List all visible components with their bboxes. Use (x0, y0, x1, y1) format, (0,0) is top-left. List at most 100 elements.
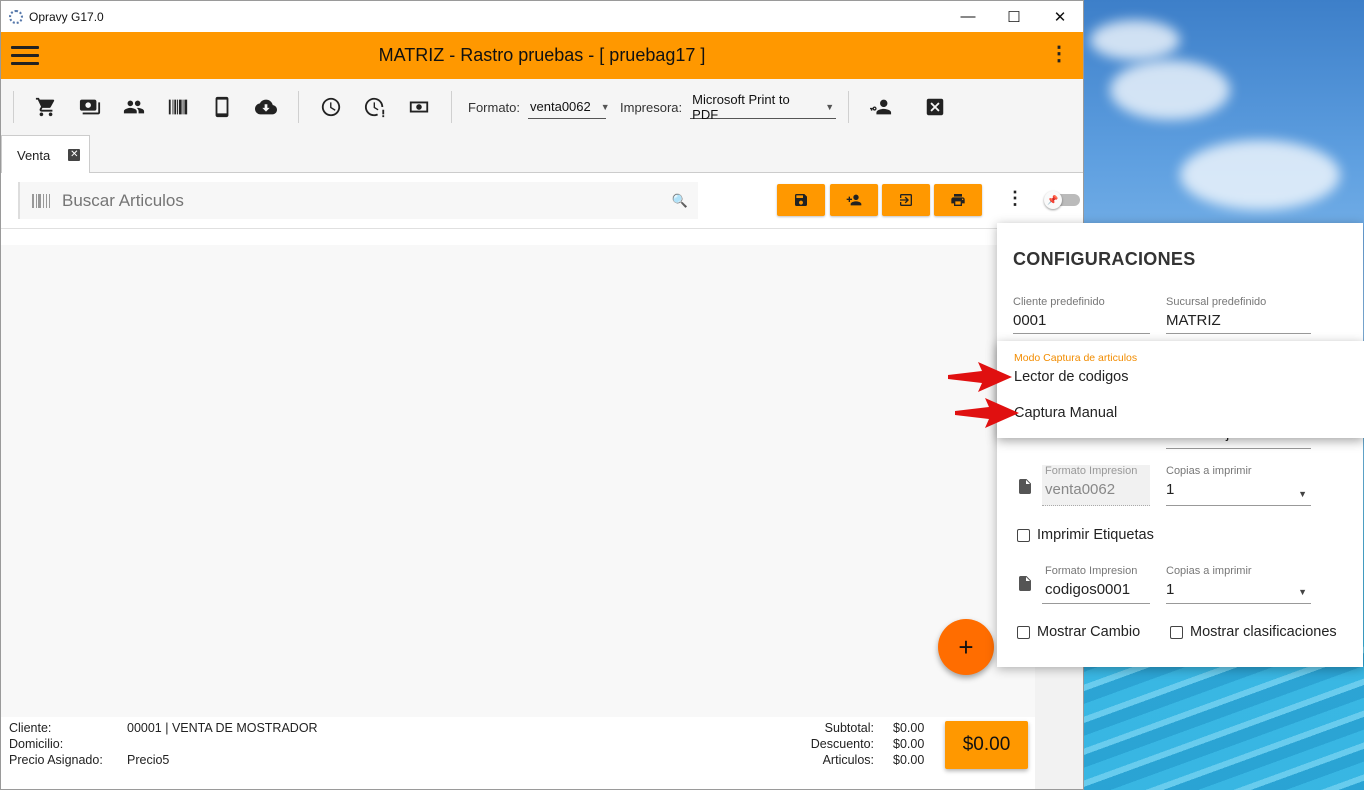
descuento-label: Descuento: (810, 737, 874, 751)
tab-venta[interactable]: Venta ✕ (1, 135, 90, 174)
person-add-icon (846, 194, 862, 206)
items-list-area (1, 245, 1035, 717)
close-box-icon[interactable] (913, 87, 957, 127)
checkbox-label: Mostrar clasificaciones (1190, 624, 1337, 640)
add-client-button[interactable] (830, 184, 878, 216)
toolbar-divider (848, 91, 850, 123)
pin-icon: 📌 (1044, 191, 1062, 209)
copias-imprimir-etiquetas-select[interactable]: Copias a imprimir 1 ▼ (1166, 565, 1311, 604)
precio-value: Precio5 (127, 753, 170, 767)
total-button[interactable]: $0.00 (945, 721, 1028, 769)
checkbox-label: Mostrar Cambio (1037, 624, 1141, 640)
main-toolbar: Formato: venta0062 ▼ Impresora: Microsoft… (1, 79, 1083, 135)
field-value: 1 (1166, 581, 1175, 598)
minimize-button[interactable]: — (945, 1, 991, 32)
maximize-button[interactable]: ☐ (991, 1, 1037, 32)
field-value: venta0062 (1045, 481, 1116, 498)
tablet-icon[interactable] (200, 87, 244, 127)
field-label: Formato Impresion (1045, 465, 1138, 477)
field-label: Cliente predefinido (1013, 296, 1105, 308)
page-title: MATRIZ - Rastro pruebas - [ pruebag17 ] (378, 45, 706, 65)
checkbox-icon (1170, 625, 1183, 639)
save-button[interactable] (777, 184, 825, 216)
tab-bar: Venta ✕ (1, 135, 1083, 174)
subtotal-value: $0.00 (893, 721, 925, 735)
caret-down-icon: ▼ (600, 101, 610, 112)
clock-alert-icon[interactable] (353, 87, 397, 127)
checkbox-label: Imprimir Etiquetas (1037, 527, 1154, 543)
field-value: 1 (1166, 481, 1175, 498)
document-icon (1019, 576, 1031, 591)
dropdown-label: Modo Captura de articulos (1014, 352, 1138, 364)
sale-summary-footer: Cliente: 00001 | VENTA DE MOSTRADOR Domi… (1, 717, 1035, 789)
sucursal-predefinido-field[interactable]: Sucursal predefinido MATRIZ (1166, 296, 1311, 334)
mostrar-cambio-checkbox[interactable]: Mostrar Cambio (1017, 624, 1140, 640)
cash-icon[interactable] (397, 87, 441, 127)
more-vert-icon[interactable]: ⋮ (1049, 44, 1069, 64)
formato-impresion-venta-field: Formato Impresion venta0062 (1042, 465, 1150, 506)
clock-icon[interactable] (309, 87, 353, 127)
search-input[interactable] (62, 190, 672, 211)
people-icon[interactable] (112, 87, 156, 127)
exit-icon (900, 194, 912, 206)
caret-down-icon: ▼ (1298, 587, 1307, 597)
cart-icon[interactable] (24, 87, 68, 127)
articulos-value: $0.00 (893, 753, 925, 767)
toolbar-divider (13, 91, 14, 123)
impresora-label: Impresora: (620, 99, 683, 115)
hamburger-menu-icon[interactable] (11, 41, 39, 70)
formato-value: venta0062 (530, 99, 591, 114)
app-logo-icon (9, 9, 23, 24)
field-value: codigos0001 (1045, 581, 1131, 598)
formato-impresion-etiquetas-field[interactable]: Formato Impresion codigos0001 (1042, 565, 1150, 604)
domicilio-label: Domicilio: (9, 737, 64, 751)
pin-toggle[interactable]: 📌 (1044, 191, 1080, 209)
field-value: 0001 (1013, 312, 1047, 329)
mostrar-clasificaciones-checkbox[interactable]: Mostrar clasificaciones (1170, 624, 1337, 640)
field-label: Copias a imprimir (1166, 465, 1252, 477)
cloud-sync-icon[interactable] (244, 87, 288, 127)
printer-icon (951, 194, 965, 206)
user-key-icon[interactable] (859, 87, 903, 127)
field-label: Sucursal predefinido (1166, 296, 1267, 308)
capture-mode-dropdown: Modo Captura de articulos Lector de codi… (997, 341, 1364, 438)
copias-imprimir-venta-select[interactable]: Copias a imprimir 1 ▼ (1166, 465, 1311, 506)
field-label: Copias a imprimir (1166, 565, 1252, 577)
barcode-icon[interactable] (156, 87, 200, 127)
impresora-value: Microsoft Print to PDF (692, 91, 790, 122)
config-panel: CONFIGURACIONES Cliente predefinido 0001… (997, 223, 1363, 667)
caret-down-icon: ▼ (1298, 489, 1307, 499)
tab-close-icon[interactable]: ✕ (68, 149, 81, 161)
impresora-select[interactable]: Microsoft Print to PDF ▼ (690, 91, 837, 122)
more-options-icon[interactable]: ⋮ (1006, 189, 1024, 207)
red-arrow-icon (948, 362, 1012, 392)
cliente-label: Cliente: (9, 721, 52, 735)
add-item-fab[interactable]: + (938, 619, 994, 675)
title-bar: Opravy G17.0 — ☐ ✕ (1, 1, 1083, 32)
close-window-button[interactable]: ✕ (1037, 1, 1083, 32)
descuento-value: $0.00 (893, 737, 925, 751)
option-lector-codigos[interactable]: Lector de codigos (1014, 369, 1128, 385)
app-window: Opravy G17.0 — ☐ ✕ MATRIZ - Rastro prueb… (0, 0, 1084, 790)
articulos-label: Articulos: (822, 753, 874, 767)
field-value: MATRIZ (1166, 312, 1221, 329)
print-button[interactable] (934, 184, 982, 216)
search-icon[interactable]: 🔍 (672, 193, 688, 209)
document-icon (1019, 479, 1031, 494)
precio-label: Precio Asignado: (9, 753, 103, 767)
formato-select[interactable]: venta0062 ▼ (528, 95, 610, 119)
red-arrow-icon (955, 398, 1019, 428)
cliente-value: 00001 | VENTA DE MOSTRADOR (127, 721, 318, 735)
cliente-predefinido-field[interactable]: Cliente predefinido 0001 (1013, 296, 1150, 334)
option-captura-manual[interactable]: Captura Manual (1014, 405, 1117, 421)
caret-down-icon: ▼ (825, 101, 835, 112)
toolbar-divider (451, 91, 452, 123)
toolbar-divider (298, 91, 299, 123)
formato-label: Formato: (468, 99, 521, 115)
money-icon[interactable] (68, 87, 112, 127)
checkbox-icon (1017, 528, 1030, 542)
imprimir-etiquetas-checkbox[interactable]: Imprimir Etiquetas (1017, 527, 1154, 543)
exit-button[interactable] (882, 184, 930, 216)
barcode-scan-icon (32, 193, 50, 208)
subtotal-label: Subtotal: (824, 721, 874, 735)
